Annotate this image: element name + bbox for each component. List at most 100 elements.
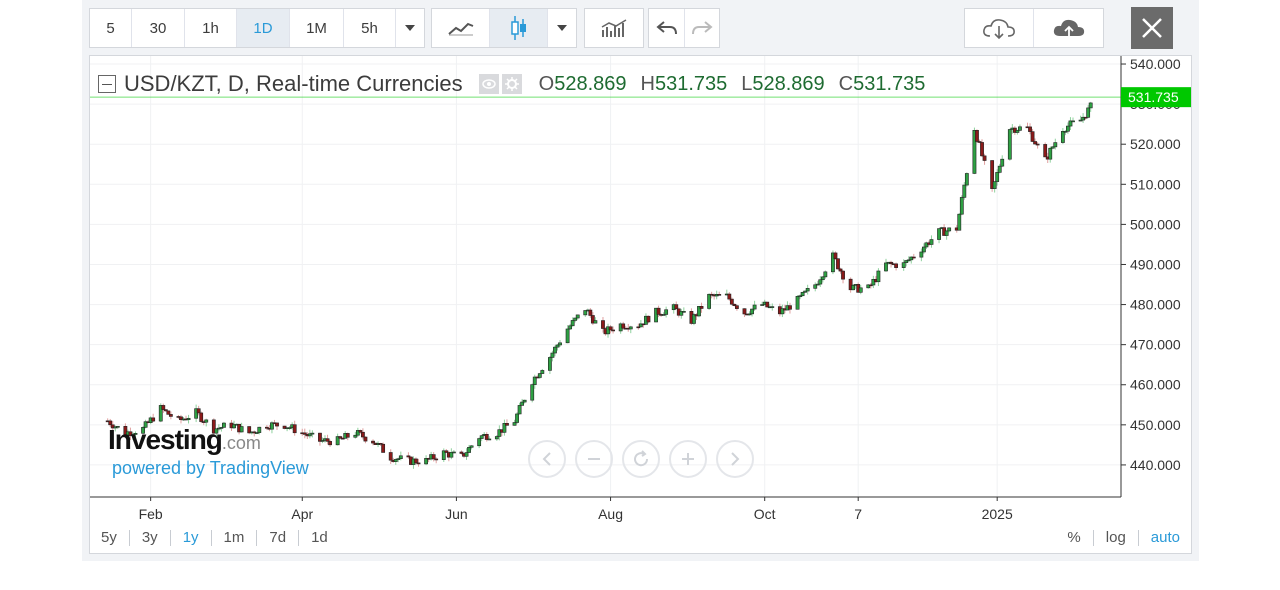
- candle: [735, 304, 739, 311]
- reset-icon: [634, 450, 649, 467]
- undo-icon: [655, 21, 677, 35]
- candle: [805, 284, 810, 295]
- line-chart-icon: [447, 22, 473, 36]
- interval-30[interactable]: 30: [132, 9, 185, 47]
- candle: [752, 300, 757, 311]
- cloud-download-icon: [983, 19, 1015, 40]
- x-axis: Feb Apr Jun Aug Oct 7 2025: [139, 497, 1013, 522]
- x-tick-label: Oct: [754, 506, 776, 522]
- history-group: [648, 8, 720, 48]
- interval-1d[interactable]: 1D: [237, 9, 290, 47]
- range-7d[interactable]: 7d: [257, 530, 300, 546]
- zoom-in-button[interactable]: [669, 440, 707, 478]
- undo-button[interactable]: [649, 9, 685, 47]
- chart-navigation: [528, 440, 763, 478]
- save-chart-button[interactable]: [1034, 9, 1103, 47]
- y-tick-label: 500.000: [1130, 216, 1181, 232]
- candle: [929, 235, 934, 248]
- candle: [959, 195, 964, 216]
- eye-icon[interactable]: [478, 74, 499, 94]
- range-bar: 5y 3y 1y 1m 7d 1d % log auto: [89, 522, 1192, 554]
- chart-widget: 5 30 1h 1D 1M 5h 540.000 520.000 510.000…: [82, 0, 1199, 561]
- candle: [424, 455, 428, 466]
- percent-scale-toggle[interactable]: %: [1055, 530, 1094, 546]
- interval-dropdown[interactable]: [396, 9, 424, 47]
- scroll-right-button[interactable]: [716, 440, 754, 478]
- close-button[interactable]: [1131, 7, 1173, 49]
- interval-5[interactable]: 5: [90, 9, 132, 47]
- y-tick-label: 450.000: [1130, 417, 1181, 433]
- chart-type-dropdown[interactable]: [548, 9, 576, 47]
- candle: [1048, 146, 1053, 163]
- candle: [674, 301, 679, 310]
- candle: [275, 422, 279, 430]
- x-tick-label: Feb: [139, 506, 163, 522]
- zoom-out-button[interactable]: [575, 440, 613, 478]
- y-tick-label: 490.000: [1130, 256, 1181, 272]
- auto-scale-toggle[interactable]: auto: [1139, 530, 1184, 546]
- interval-1h[interactable]: 1h: [185, 9, 237, 47]
- candlestick-button[interactable]: [490, 9, 548, 47]
- candle: [540, 368, 545, 375]
- ohlc-close: C531.735: [838, 72, 926, 95]
- y-tick-label: 480.000: [1130, 297, 1181, 313]
- candle: [1000, 155, 1005, 168]
- candle: [449, 448, 454, 460]
- candle: [937, 228, 941, 244]
- cloud-group: [964, 8, 1104, 48]
- chart-panel[interactable]: 540.000530.000520.000510.000500.000490.0…: [89, 55, 1192, 554]
- cloud-upload-icon: [1053, 19, 1084, 38]
- scroll-left-button[interactable]: [528, 440, 566, 478]
- candles: [105, 101, 1093, 469]
- candle: [1071, 117, 1075, 123]
- candle: [1007, 128, 1012, 161]
- interval-1m[interactable]: 1M: [290, 9, 344, 47]
- indicators-button[interactable]: [585, 9, 643, 47]
- range-5y[interactable]: 5y: [89, 530, 130, 546]
- candle: [505, 419, 509, 426]
- y-tick-label: 470.000: [1130, 337, 1181, 353]
- load-chart-button[interactable]: [965, 9, 1034, 47]
- indicators-group: [584, 8, 644, 48]
- ohlc-open: O528.869: [538, 72, 627, 95]
- plus-icon: [682, 453, 694, 465]
- y-axis: 540.000530.000520.000510.000500.000490.0…: [1121, 56, 1181, 473]
- log-scale-toggle[interactable]: log: [1094, 530, 1139, 546]
- candle: [530, 383, 535, 403]
- candle: [681, 307, 686, 313]
- interval-5h[interactable]: 5h: [344, 9, 396, 47]
- ohlc-high: H531.735: [640, 72, 728, 95]
- powered-by-tradingview[interactable]: powered by TradingView: [112, 458, 309, 479]
- candle: [502, 419, 507, 436]
- reset-button[interactable]: [622, 440, 660, 478]
- candle: [345, 432, 350, 441]
- range-1d[interactable]: 1d: [299, 530, 340, 546]
- candle: [795, 295, 800, 310]
- candle: [166, 410, 171, 415]
- candle: [664, 306, 669, 318]
- line-chart-button[interactable]: [432, 9, 490, 47]
- chevron-right-icon: [731, 452, 740, 466]
- x-tick-label: 7: [854, 506, 862, 522]
- candle: [477, 437, 482, 449]
- x-tick-label: Jun: [445, 506, 468, 522]
- collapse-legend-button[interactable]: [98, 75, 116, 93]
- candle: [1043, 142, 1048, 158]
- candle: [884, 258, 888, 272]
- gear-icon[interactable]: [501, 74, 522, 94]
- scale-options: % log auto: [1055, 522, 1184, 554]
- range-1y[interactable]: 1y: [171, 530, 212, 546]
- minus-icon: [588, 458, 600, 460]
- candle: [363, 436, 368, 444]
- symbol-title: USD/KZT, D, Real-time Currencies: [124, 71, 463, 96]
- caret-down-icon: [405, 25, 415, 31]
- candle: [717, 291, 722, 296]
- range-1m[interactable]: 1m: [212, 530, 258, 546]
- candle: [957, 212, 962, 231]
- candle: [1018, 124, 1022, 132]
- chevron-left-icon: [542, 452, 551, 466]
- range-3y[interactable]: 3y: [130, 530, 171, 546]
- candle: [964, 172, 969, 187]
- candle: [302, 428, 307, 439]
- redo-button[interactable]: [685, 9, 719, 47]
